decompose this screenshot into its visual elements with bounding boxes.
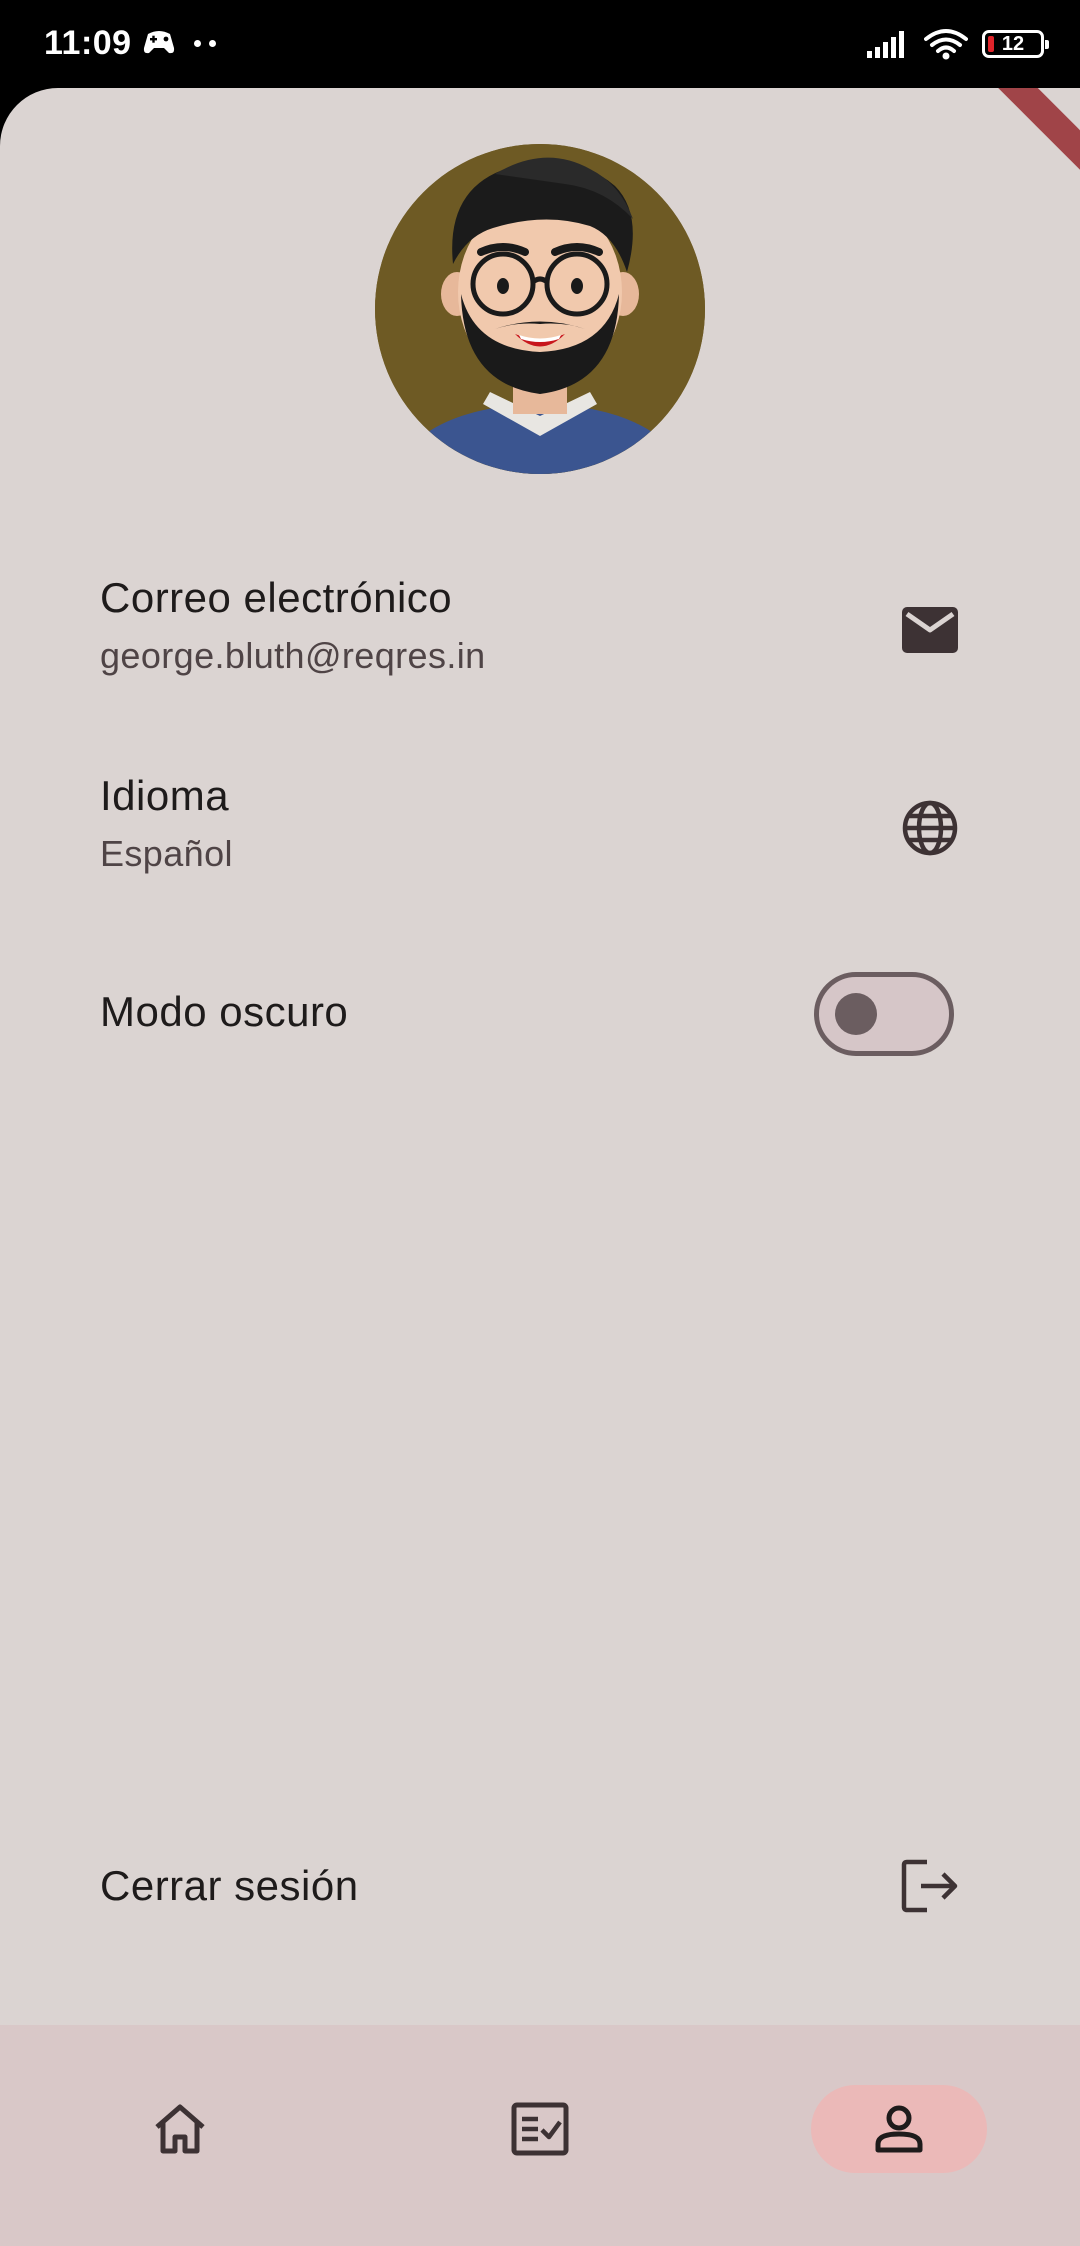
status-system-icons: 12 bbox=[866, 28, 1049, 60]
person-icon bbox=[875, 2105, 923, 2153]
globe-icon[interactable] bbox=[900, 798, 960, 858]
dark-mode-switch[interactable] bbox=[814, 972, 954, 1056]
nav-profile[interactable] bbox=[811, 2085, 987, 2173]
checklist-icon bbox=[511, 2102, 569, 2156]
dark-mode-row: Modo oscuro bbox=[100, 972, 960, 1056]
email-label: Correo electrónico bbox=[100, 574, 453, 621]
bottom-navigation-bar bbox=[0, 2025, 1080, 2246]
status-notification-icons bbox=[142, 28, 216, 58]
language-value: Español bbox=[100, 833, 233, 874]
screen: 11:09 12 Correo electrónico george.bluth… bbox=[0, 0, 1080, 2246]
status-bar: 11:09 12 bbox=[0, 0, 1080, 90]
home-icon bbox=[155, 2104, 205, 2154]
email-value: george.bluth@reqres.in bbox=[100, 635, 486, 676]
logout-label: Cerrar sesión bbox=[100, 1862, 359, 1909]
profile-screen: Correo electrónico george.bluth@reqres.i… bbox=[0, 88, 1080, 2246]
status-time: 11:09 bbox=[44, 24, 132, 62]
battery-level: 12 bbox=[1001, 33, 1025, 55]
battery-icon: 12 bbox=[982, 30, 1049, 58]
logout-row[interactable]: Cerrar sesión bbox=[100, 1859, 960, 1913]
wifi-icon bbox=[924, 29, 968, 60]
language-label: Idioma bbox=[100, 772, 230, 819]
avatar bbox=[375, 144, 705, 474]
nav-home[interactable] bbox=[92, 2085, 268, 2173]
logout-icon[interactable] bbox=[900, 1856, 960, 1916]
more-notifications-icon bbox=[194, 39, 216, 47]
language-row[interactable]: Idioma Español bbox=[100, 770, 960, 878]
nav-tasks[interactable] bbox=[452, 2085, 628, 2173]
debug-banner bbox=[957, 88, 1080, 189]
signal-icon bbox=[867, 31, 904, 58]
game-controller-icon bbox=[143, 31, 175, 54]
avatar-illustration bbox=[375, 144, 705, 474]
mail-icon bbox=[900, 600, 960, 660]
switch-thumb bbox=[835, 993, 877, 1035]
email-row: Correo electrónico george.bluth@reqres.i… bbox=[100, 572, 960, 680]
